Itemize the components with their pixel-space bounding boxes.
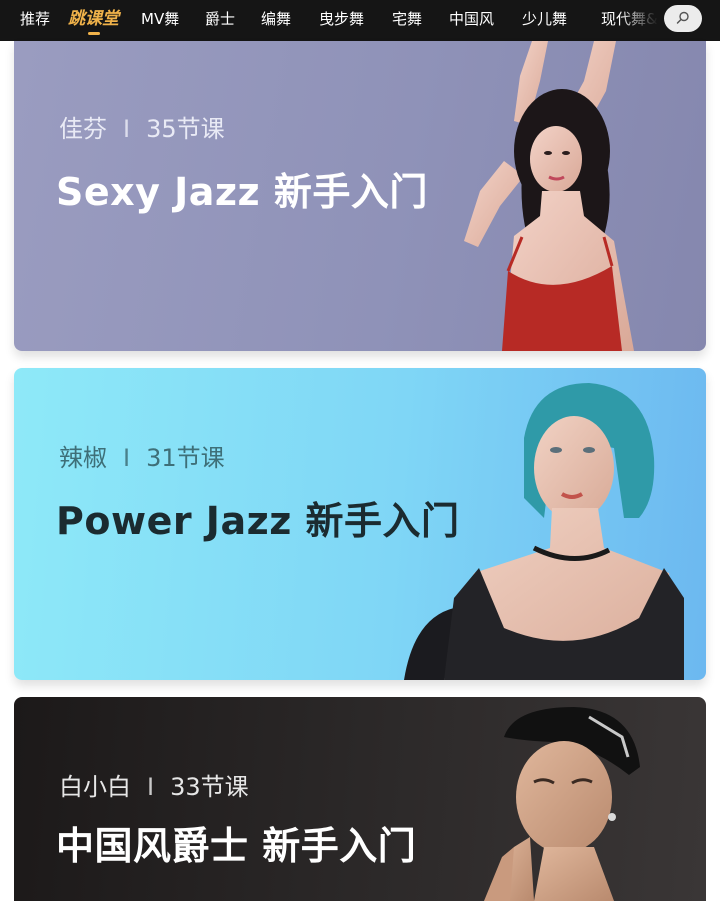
tab-chinese-style[interactable]: 中国风 <box>449 0 494 41</box>
course-card[interactable]: 辣椒 I 31节课 Power Jazz 新手入门 <box>14 368 706 680</box>
search-button[interactable] <box>664 5 702 32</box>
course-title: 中国风爵士 新手入门 <box>56 824 417 868</box>
top-nav: 推荐 跳课堂 MV舞 爵士 编舞 曳步舞 宅舞 中国风 少儿舞 现代舞& <box>0 0 720 41</box>
course-card[interactable]: 白小白 I 33节课 中国风爵士 新手入门 <box>14 697 706 901</box>
lesson-count: 35节课 <box>146 115 225 143</box>
tab-recommend[interactable]: 推荐 <box>20 0 50 41</box>
meta-separator: I <box>147 773 155 801</box>
course-meta: 辣椒 I 31节课 <box>59 438 225 473</box>
teacher-name: 白小白 <box>59 773 131 801</box>
course-card[interactable]: 佳芬 I 35节课 Sexy Jazz 新手入门 <box>14 41 706 351</box>
dancer-photo <box>484 707 640 901</box>
course-title: Sexy Jazz 新手入门 <box>56 170 428 214</box>
search-icon <box>676 11 689 24</box>
meta-separator: I <box>123 444 131 472</box>
dancer-photo <box>464 41 634 351</box>
teacher-name: 辣椒 <box>59 444 107 472</box>
course-title: Power Jazz 新手入门 <box>56 499 460 543</box>
active-tab-indicator <box>88 32 100 35</box>
lesson-count: 31节课 <box>146 444 225 472</box>
tab-choreography[interactable]: 编舞 <box>261 0 291 41</box>
course-meta: 佳芬 I 35节课 <box>59 109 225 144</box>
meta-separator: I <box>123 115 131 143</box>
tab-shuffle[interactable]: 曳步舞 <box>319 0 364 41</box>
teacher-name: 佳芬 <box>59 115 107 143</box>
course-meta: 白小白 I 33节课 <box>59 767 249 802</box>
tab-otaku-dance[interactable]: 宅舞 <box>392 0 422 41</box>
lesson-count: 33节课 <box>170 773 249 801</box>
tab-kids-dance[interactable]: 少儿舞 <box>522 0 567 41</box>
tabs-fade-overlay <box>618 0 668 41</box>
tab-mv-dance[interactable]: MV舞 <box>141 0 179 41</box>
category-tabs: 推荐 跳课堂 MV舞 爵士 编舞 曳步舞 宅舞 中国风 少儿舞 现代舞& <box>0 0 660 41</box>
tab-jazz[interactable]: 爵士 <box>205 0 235 41</box>
